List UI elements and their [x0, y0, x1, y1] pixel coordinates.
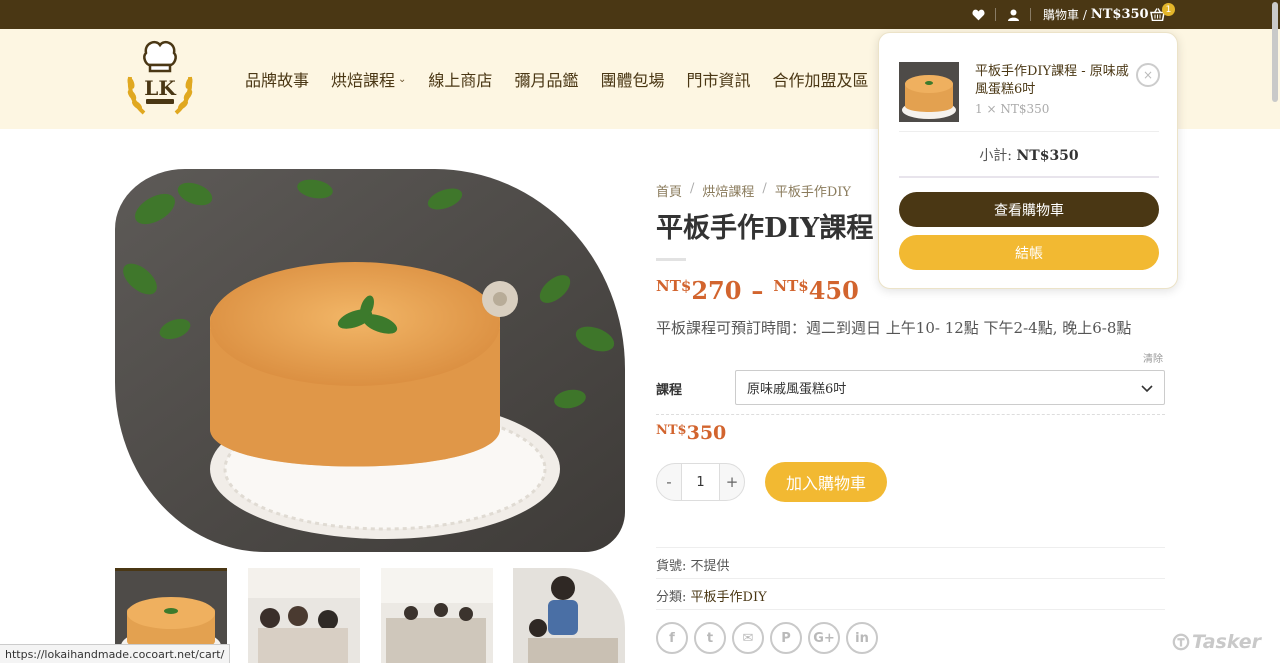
breadcrumb: 首頁 / 烘焙課程 / 平板手作DIY	[656, 181, 851, 200]
thumbnail-4[interactable]	[513, 568, 625, 663]
divider	[899, 131, 1159, 132]
cart-label: 購物車 /	[1043, 8, 1087, 22]
top-bar: 購物車 / NT$350 1	[0, 0, 1280, 29]
mini-cart-subtotal: 小計: NT$350	[879, 145, 1179, 165]
nav-online-shop[interactable]: 線上商店	[428, 67, 492, 91]
clear-variation-link[interactable]: 清除	[1143, 350, 1163, 365]
scrollbar[interactable]	[1272, 2, 1278, 102]
product-title: 平板手作DIY課程	[656, 213, 874, 244]
category-meta: 分類: 平板手作DIY	[656, 586, 767, 605]
breadcrumb-separator: /	[762, 181, 767, 196]
product-description: 平板課程可預訂時間：週二到週日 上午10- 12點 下午2-4點, 晚上6-8點	[656, 319, 1132, 337]
title-divider	[656, 258, 686, 261]
nav-store-info[interactable]: 門市資訊	[686, 67, 750, 91]
breadcrumb-category[interactable]: 烘焙課程	[702, 181, 754, 200]
variation-label: 課程	[656, 383, 683, 398]
breadcrumb-separator: /	[690, 181, 695, 196]
price-low: 270	[691, 276, 742, 305]
currency-symbol: NT$	[656, 277, 692, 295]
qty-input[interactable]: 1	[681, 464, 720, 500]
variation-selected-value: 原味戚風蛋糕6吋	[747, 382, 847, 397]
twitter-icon[interactable]: t	[694, 622, 726, 654]
nav-baby-gift[interactable]: 彌月品鑑	[514, 67, 578, 91]
category-link[interactable]: 平板手作DIY	[691, 590, 767, 605]
breadcrumb-subcategory[interactable]: 平板手作DIY	[775, 181, 851, 200]
divider	[656, 414, 1165, 415]
mini-cart-dropdown: 平板手作DIY課程 - 原味戚風蛋糕6吋 1 × NT$350 × 小計: NT…	[878, 32, 1178, 289]
thumbnail-3[interactable]	[381, 568, 493, 663]
cart-count-badge: 1	[1162, 3, 1175, 16]
divider	[1030, 8, 1031, 21]
subtotal-label: 小計:	[979, 148, 1013, 164]
chevron-down-icon	[1141, 385, 1153, 393]
sku-label: 貨號:	[656, 559, 687, 574]
cart-total: NT$350	[1090, 7, 1149, 22]
price-range: NT$ 270 – NT$ 450	[656, 276, 859, 305]
add-to-cart-button[interactable]: 加入購物車	[765, 462, 887, 502]
variation-select[interactable]: 原味戚風蛋糕6吋	[735, 370, 1165, 405]
site-logo[interactable]: LK	[122, 37, 198, 121]
currency-symbol: NT$	[656, 423, 687, 438]
breadcrumb-home[interactable]: 首頁	[656, 181, 682, 200]
divider	[656, 578, 1165, 579]
divider	[656, 609, 1165, 610]
nav-franchise[interactable]: 合作加盟及區	[772, 67, 868, 91]
facebook-icon[interactable]: f	[656, 622, 688, 654]
linkedin-icon[interactable]: in	[846, 622, 878, 654]
subtotal-value: NT$350	[1016, 148, 1079, 164]
variation-price: NT$350	[656, 422, 726, 444]
sku-meta: 貨號: 不提供	[656, 555, 730, 574]
main-nav: 品牌故事 烘焙課程 ⌄ 線上商店 彌月品鑑 團體包場 門市資訊 合作加盟及區	[245, 67, 891, 91]
logo-letters: LK	[144, 76, 176, 100]
chevron-down-icon: ⌄	[398, 73, 407, 85]
tasker-logo-icon	[1172, 633, 1190, 651]
currency-symbol: NT$	[773, 277, 809, 295]
qty-minus-button[interactable]: -	[657, 473, 681, 491]
watermark: Tasker	[1172, 631, 1261, 653]
sku-value: 不提供	[690, 559, 730, 574]
nav-brand-story[interactable]: 品牌故事	[245, 67, 309, 91]
mini-cart-item-image[interactable]	[899, 62, 959, 122]
quantity-stepper: - 1 +	[656, 463, 745, 501]
variation-price-value: 350	[686, 422, 727, 444]
pinterest-icon[interactable]: P	[770, 622, 802, 654]
user-icon[interactable]	[1008, 0, 1019, 29]
divider	[995, 8, 996, 21]
cart-link[interactable]: 購物車 / NT$350	[1043, 0, 1149, 29]
qty-plus-button[interactable]: +	[720, 473, 744, 491]
mini-cart-item-qty: 1 × NT$350	[975, 102, 1050, 116]
checkout-button[interactable]: 結帳	[899, 235, 1159, 270]
nav-baking-courses[interactable]: 烘焙課程 ⌄	[331, 67, 406, 91]
zoom-button[interactable]	[127, 504, 165, 542]
product-main-image[interactable]	[115, 169, 625, 552]
watermark-text: Tasker	[1192, 631, 1262, 653]
view-cart-button[interactable]: 查看購物車	[899, 192, 1159, 227]
divider	[656, 547, 1165, 548]
heart-icon[interactable]	[972, 0, 985, 29]
thumbnail-2[interactable]	[248, 568, 360, 663]
expand-icon	[138, 515, 154, 531]
share-buttons: f t ✉ P G+ in	[656, 622, 878, 654]
divider	[899, 176, 1159, 178]
email-icon[interactable]: ✉	[732, 622, 764, 654]
mini-cart-item-name[interactable]: 平板手作DIY課程 - 原味戚風蛋糕6吋	[975, 63, 1140, 99]
status-url: https://lokaihandmade.cocoart.net/cart/	[0, 644, 231, 663]
nav-group-booking[interactable]: 團體包場	[600, 67, 664, 91]
price-high: 450	[808, 276, 859, 305]
remove-item-button[interactable]: ×	[1136, 63, 1160, 87]
google-plus-icon[interactable]: G+	[808, 622, 840, 654]
category-label: 分類:	[656, 590, 687, 605]
price-dash: –	[751, 276, 764, 305]
